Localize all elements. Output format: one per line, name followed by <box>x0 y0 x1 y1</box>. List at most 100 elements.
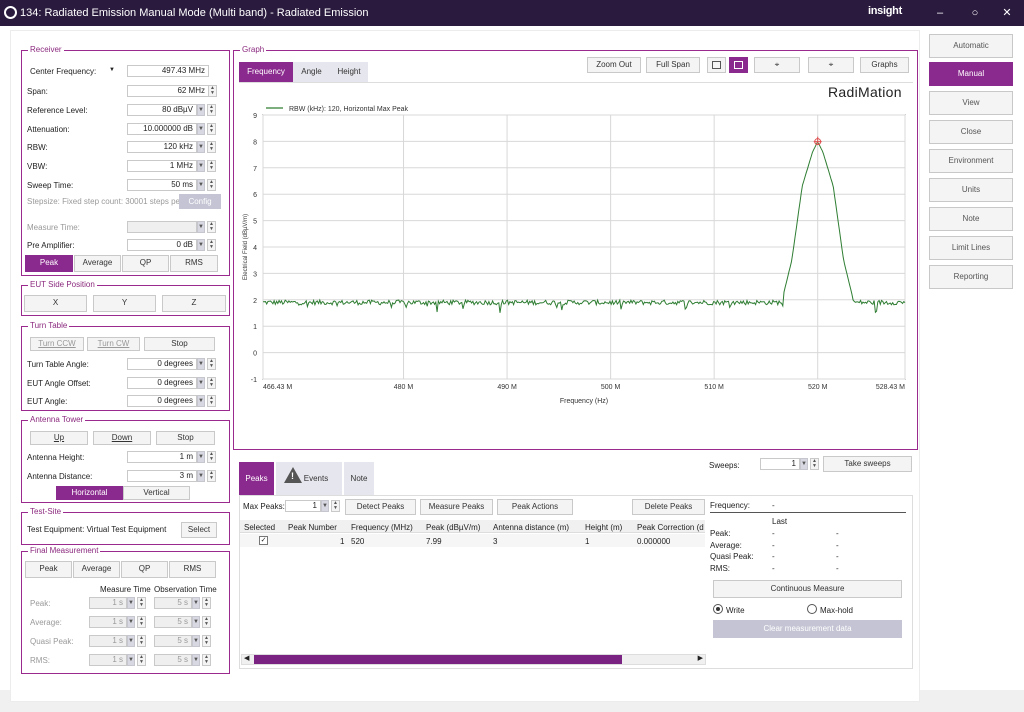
horizontal-scrollbar[interactable]: ◀ ▶ <box>241 654 706 665</box>
ref-level-dropdown-icon[interactable]: ▼ <box>197 104 205 116</box>
sweep-time-stepper[interactable]: ▲ ▼ <box>207 179 216 191</box>
final-rms-measure-dropdown-icon[interactable]: ▼ <box>127 654 135 666</box>
scroll-right-icon[interactable]: ▶ <box>698 654 703 662</box>
max-peaks-stepper[interactable]: ▲ ▼ <box>331 500 340 512</box>
turn-ccw-button[interactable]: Turn CCW <box>30 337 84 351</box>
vbw-stepper[interactable]: ▲ ▼ <box>207 160 216 172</box>
tab-angle[interactable]: Angle <box>293 62 330 82</box>
antenna-height-field[interactable]: 1 m <box>127 451 197 463</box>
span-field[interactable]: 62 MHz <box>127 85 209 97</box>
det-qp-button[interactable]: QP <box>122 255 169 272</box>
eut-angle-field[interactable]: 0 degrees <box>127 395 197 407</box>
table-row[interactable] <box>240 534 705 547</box>
antenna-up-button[interactable]: Up <box>30 431 88 445</box>
sweeps-stepper[interactable]: ▲ ▼ <box>810 458 819 470</box>
scroll-thumb[interactable] <box>254 655 622 664</box>
measure-time-stepper[interactable]: ▲ ▼ <box>207 221 216 233</box>
final-average-button[interactable]: Average <box>73 561 120 578</box>
close-window-button[interactable]: ✕ <box>997 4 1017 22</box>
write-radio[interactable] <box>713 604 723 614</box>
tab-frequency[interactable]: Frequency <box>239 62 293 82</box>
final-rms-observation-dropdown-icon[interactable]: ▼ <box>192 654 200 666</box>
turntable-angle-stepper[interactable]: ▲ ▼ <box>207 358 216 370</box>
tab-note[interactable]: Note <box>344 462 374 495</box>
final-qp-observation-stepper[interactable]: ▲ ▼ <box>202 635 211 647</box>
vbw-dropdown-icon[interactable]: ▼ <box>197 160 205 172</box>
final-peak-button[interactable]: Peak <box>25 561 72 578</box>
atten-field[interactable]: 10.000000 dB <box>127 123 197 135</box>
final-qp-observation-field[interactable]: 5 s <box>154 635 192 647</box>
det-average-button[interactable]: Average <box>74 255 121 272</box>
antenna-down-button[interactable]: Down <box>93 431 151 445</box>
polarization-vertical-button[interactable]: Vertical <box>123 486 190 500</box>
automatic-button[interactable]: Automatic <box>929 34 1013 58</box>
final-rms-measure-field[interactable]: 1 s <box>89 654 127 666</box>
measure-time-dropdown-icon[interactable]: ▼ <box>197 221 205 233</box>
config-button[interactable]: Config <box>179 194 221 209</box>
final-rms-measure-stepper[interactable]: ▲ ▼ <box>137 654 146 666</box>
final-peak-observation-dropdown-icon[interactable]: ▼ <box>192 597 200 609</box>
antenna-height-dropdown-icon[interactable]: ▼ <box>197 451 205 463</box>
final-rms-observation-field[interactable]: 5 s <box>154 654 192 666</box>
final-qp-measure-field[interactable]: 1 s <box>89 635 127 647</box>
sweep-time-dropdown-icon[interactable]: ▼ <box>197 179 205 191</box>
polarization-horizontal-button[interactable]: Horizontal <box>56 486 123 500</box>
eut-x-button[interactable]: X <box>24 295 87 312</box>
eut-z-button[interactable]: Z <box>162 295 226 312</box>
eut-offset-field[interactable]: 0 degrees <box>127 377 197 389</box>
final-average-observation-field[interactable]: 5 s <box>154 616 192 628</box>
limit-lines-button[interactable]: Limit Lines <box>929 236 1013 260</box>
final-rms-observation-stepper[interactable]: ▲ ▼ <box>202 654 211 666</box>
span-stepper[interactable]: ▲ ▼ <box>208 85 217 97</box>
turntable-angle-field[interactable]: 0 degrees <box>127 358 197 370</box>
eut-offset-dropdown-icon[interactable]: ▼ <box>197 377 205 389</box>
marker-view-icon[interactable] <box>729 57 748 73</box>
full-span-button[interactable]: Full Span <box>646 57 700 73</box>
final-qp-observation-dropdown-icon[interactable]: ▼ <box>192 635 200 647</box>
view-button[interactable]: View <box>929 91 1013 115</box>
measure-peaks-button[interactable]: Measure Peaks <box>420 499 493 515</box>
antenna-stop-button[interactable]: Stop <box>156 431 215 445</box>
antenna-distance-stepper[interactable]: ▲ ▼ <box>207 470 216 482</box>
final-average-measure-dropdown-icon[interactable]: ▼ <box>127 616 135 628</box>
vbw-field[interactable]: 1 MHz <box>127 160 197 172</box>
final-peak-measure-field[interactable]: 1 s <box>89 597 127 609</box>
det-rms-button[interactable]: RMS <box>170 255 218 272</box>
sweeps-field[interactable]: 1 <box>760 458 800 470</box>
eut-angle-stepper[interactable]: ▲ ▼ <box>207 395 216 407</box>
close-button[interactable]: Close <box>929 120 1013 144</box>
tab-peaks[interactable]: Peaks <box>239 462 274 495</box>
center-freq-dropdown-icon[interactable]: ▼ <box>109 67 115 73</box>
zoom-out-button[interactable]: Zoom Out <box>587 57 641 73</box>
turntable-angle-dropdown-icon[interactable]: ▼ <box>197 358 205 370</box>
final-average-observation-dropdown-icon[interactable]: ▼ <box>192 616 200 628</box>
eut-y-button[interactable]: Y <box>93 295 156 312</box>
ref-level-field[interactable]: 80 dBµV <box>127 104 197 116</box>
atten-stepper[interactable]: ▲ ▼ <box>207 123 216 135</box>
peak-actions-button[interactable]: Peak Actions <box>497 499 573 515</box>
det-peak-button[interactable]: Peak <box>25 255 73 272</box>
manual-button[interactable]: Manual <box>929 62 1013 86</box>
eut-angle-dropdown-icon[interactable]: ▼ <box>197 395 205 407</box>
note-button[interactable]: Note <box>929 207 1013 231</box>
ref-level-stepper[interactable]: ▲ ▼ <box>207 104 216 116</box>
eut-offset-stepper[interactable]: ▲ ▼ <box>207 377 216 389</box>
rbw-field[interactable]: 120 kHz <box>127 141 197 153</box>
marker-tool-icon[interactable]: ⌖ <box>754 57 800 73</box>
preamp-stepper[interactable]: ▲ ▼ <box>207 239 216 251</box>
antenna-height-stepper[interactable]: ▲ ▼ <box>207 451 216 463</box>
final-average-observation-stepper[interactable]: ▲ ▼ <box>202 616 211 628</box>
final-qp-measure-dropdown-icon[interactable]: ▼ <box>127 635 135 647</box>
final-average-measure-stepper[interactable]: ▲ ▼ <box>137 616 146 628</box>
measure-time-field[interactable] <box>127 221 197 233</box>
final-peak-measure-stepper[interactable]: ▲ ▼ <box>137 597 146 609</box>
scroll-left-icon[interactable]: ◀ <box>244 654 249 662</box>
final-rms-button[interactable]: RMS <box>169 561 216 578</box>
final-peak-measure-dropdown-icon[interactable]: ▼ <box>127 597 135 609</box>
units-button[interactable]: Units <box>929 178 1013 202</box>
take-sweeps-button[interactable]: Take sweeps <box>823 456 912 472</box>
testsite-select-button[interactable]: Select <box>181 522 217 538</box>
maximize-button[interactable]: ○ <box>965 4 985 22</box>
sweeps-dropdown-icon[interactable]: ▼ <box>800 458 808 470</box>
turntable-stop-button[interactable]: Stop <box>144 337 215 351</box>
